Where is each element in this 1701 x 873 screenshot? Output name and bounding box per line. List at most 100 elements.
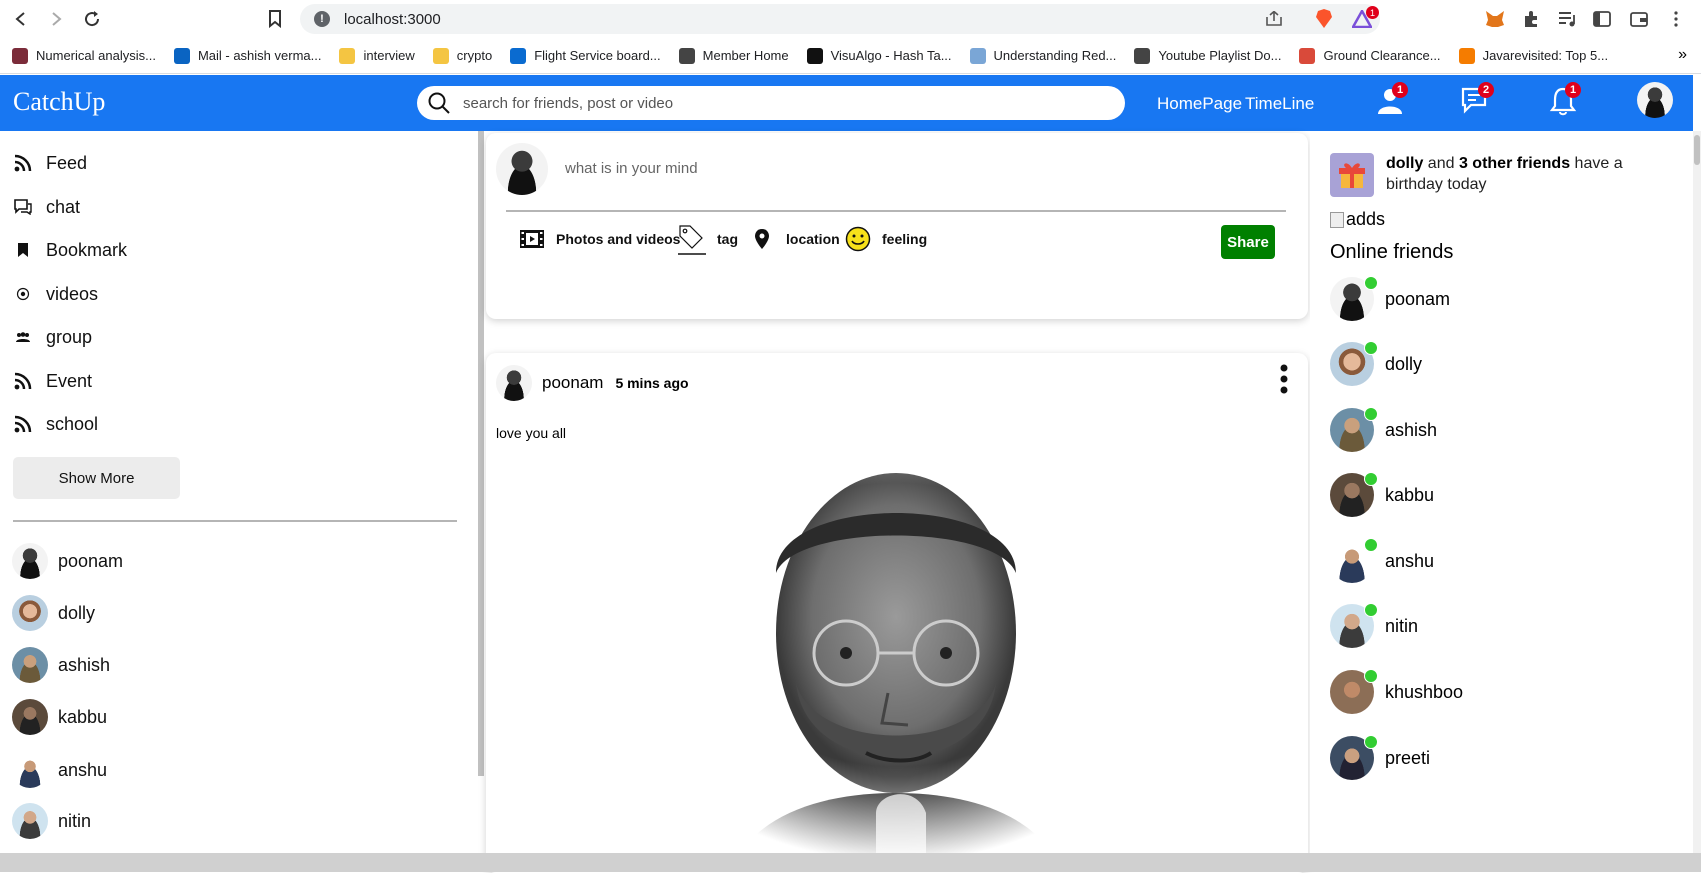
bookmark-label: Youtube Playlist Do... — [1158, 48, 1282, 63]
search-input[interactable] — [463, 94, 1063, 112]
post-username[interactable]: poonam — [542, 373, 603, 393]
sidebar-friend-anshu[interactable]: anshu — [12, 752, 107, 788]
sidebar-item-feed[interactable]: Feed — [12, 152, 87, 174]
back-icon[interactable] — [11, 9, 31, 29]
bookmark-item[interactable]: Youtube Playlist Do... — [1134, 47, 1282, 64]
bookmark-item[interactable]: crypto — [432, 47, 493, 64]
sidebar-item-group[interactable]: group — [12, 326, 92, 348]
bookmark-item[interactable]: Flight Service board... — [510, 47, 661, 64]
status-input[interactable] — [565, 160, 1165, 177]
share-icon[interactable] — [1263, 8, 1285, 30]
bookmark-icon — [12, 239, 34, 261]
page-scrollbar[interactable] — [1693, 131, 1701, 853]
online-friend-anshu[interactable]: anshu — [1330, 538, 1434, 583]
bookmark-item[interactable]: Ground Clearance... — [1299, 47, 1441, 64]
bookmark-item[interactable]: interview — [339, 47, 415, 64]
bookmark-item[interactable]: Member Home — [678, 47, 789, 64]
app-logo[interactable]: CatchUp — [13, 87, 105, 117]
sidebar-friend-nitin[interactable]: nitin — [12, 803, 91, 839]
online-status-dot — [1364, 341, 1378, 355]
show-more-button[interactable]: Show More — [13, 457, 180, 499]
more-options-icon[interactable] — [1276, 363, 1292, 397]
online-friend-preeti[interactable]: preeti — [1330, 735, 1430, 780]
online-friend-poonam[interactable]: poonam — [1330, 276, 1451, 321]
online-friend-kabbu[interactable]: kabbu — [1330, 472, 1434, 517]
brave-shield-icon[interactable] — [1313, 8, 1335, 30]
sidebar-scrollbar[interactable] — [478, 131, 484, 776]
online-friend-ashish[interactable]: ashish — [1330, 407, 1437, 452]
share-option-tag[interactable]: tag — [677, 225, 738, 255]
share-option-feeling[interactable]: feeling — [844, 225, 927, 253]
sidebar-item-event[interactable]: Event — [12, 370, 92, 392]
sidebar-toggle-icon[interactable] — [1591, 8, 1613, 30]
online-friend-khushboo[interactable]: khushboo — [1330, 669, 1464, 714]
messages-button[interactable]: 2 — [1458, 82, 1494, 119]
media-queue-icon[interactable] — [1556, 8, 1578, 30]
sidebar-friend-poonam[interactable]: poonam — [12, 543, 123, 579]
bookmark-item[interactable]: Understanding Red... — [969, 47, 1116, 64]
location-pin-icon — [748, 225, 776, 253]
online-friend-name: khushboo — [1385, 681, 1464, 702]
horizontal-scrollbar[interactable] — [0, 853, 1701, 872]
friend-name: kabbu — [58, 706, 108, 727]
bookmarks-more-icon[interactable]: » — [1678, 46, 1687, 64]
forward-icon[interactable] — [46, 9, 66, 29]
sidebar-item-chat[interactable]: chat — [12, 196, 80, 218]
bookmark-item[interactable]: Javarevisited: Top 5... — [1458, 47, 1608, 64]
site-info-icon[interactable]: ! — [314, 11, 330, 27]
reload-icon[interactable] — [82, 9, 102, 29]
bookmark-item[interactable]: VisuAlgo - Hash Ta... — [806, 47, 952, 64]
birthday-conj: and — [1427, 155, 1455, 172]
extensions-icon[interactable] — [1520, 8, 1542, 30]
online-status-dot — [1364, 276, 1378, 290]
page-scrollbar-thumb[interactable] — [1694, 135, 1700, 165]
share-option-label: Photos and videos — [556, 231, 681, 247]
online-friend-nitin[interactable]: nitin — [1330, 603, 1418, 648]
metamask-icon[interactable] — [1484, 8, 1506, 30]
share-option-photos[interactable]: Photos and videos — [518, 225, 680, 253]
sidebar-friend-dolly[interactable]: dolly — [12, 595, 95, 631]
wallet-icon[interactable] — [1628, 8, 1650, 30]
birthday-others[interactable]: 3 other friends — [1459, 155, 1570, 172]
bookmark-favicon-icon — [678, 47, 695, 64]
bookmark-label: crypto — [456, 48, 493, 63]
birthday-name[interactable]: dolly — [1386, 155, 1423, 172]
avatar — [12, 543, 48, 579]
avatar[interactable] — [496, 365, 532, 401]
online-friend-name: poonam — [1385, 288, 1451, 309]
sidebar-item-bookmark[interactable]: Bookmark — [12, 239, 127, 261]
sidebar-item-school[interactable]: school — [12, 413, 98, 435]
share-option-label: tag — [717, 231, 738, 247]
address-bar[interactable]: ! localhost:3000 — [300, 4, 1380, 34]
sidebar-item-label: videos — [46, 283, 99, 304]
search-bar[interactable] — [417, 86, 1125, 120]
online-status-dot — [1364, 472, 1378, 486]
post-image[interactable] — [626, 453, 1166, 873]
menu-icon[interactable] — [1665, 8, 1687, 30]
sidebar-item-label: school — [46, 413, 99, 434]
share-option-location[interactable]: location — [748, 225, 840, 253]
bookmark-label: Ground Clearance... — [1323, 48, 1441, 63]
sidebar-item-label: chat — [46, 196, 81, 217]
friend-requests-button[interactable]: 1 — [1372, 82, 1408, 119]
bookmark-item[interactable]: Mail - ashish verma... — [173, 47, 321, 64]
share-button[interactable]: Share — [1221, 225, 1275, 259]
sidebar-item-videos[interactable]: videos — [12, 283, 98, 305]
notifications-button[interactable]: 1 — [1545, 82, 1581, 119]
profile-avatar[interactable] — [1637, 82, 1673, 118]
nav-timeline-link[interactable]: TimeLine — [1245, 94, 1314, 114]
bookmark-favicon-icon — [339, 47, 356, 64]
sidebar-friend-kabbu[interactable]: kabbu — [12, 699, 107, 735]
birthday-text: dolly and 3 other friends have a birthda… — [1386, 153, 1646, 195]
bookmark-page-icon[interactable] — [265, 9, 285, 29]
brave-rewards-icon[interactable]: 1 — [1351, 6, 1379, 30]
nav-homepage-link[interactable]: HomePage — [1157, 94, 1242, 114]
friend-name: anshu — [58, 759, 108, 780]
ads-image[interactable]: adds — [1330, 209, 1385, 230]
share-option-label: location — [786, 231, 840, 247]
bookmark-item[interactable]: Numerical analysis... — [12, 47, 156, 64]
bookmark-favicon-icon — [1299, 47, 1316, 64]
sidebar-friend-ashish[interactable]: ashish — [12, 647, 110, 683]
sidebar-item-label: Bookmark — [46, 239, 128, 260]
online-friend-dolly[interactable]: dolly — [1330, 341, 1422, 386]
